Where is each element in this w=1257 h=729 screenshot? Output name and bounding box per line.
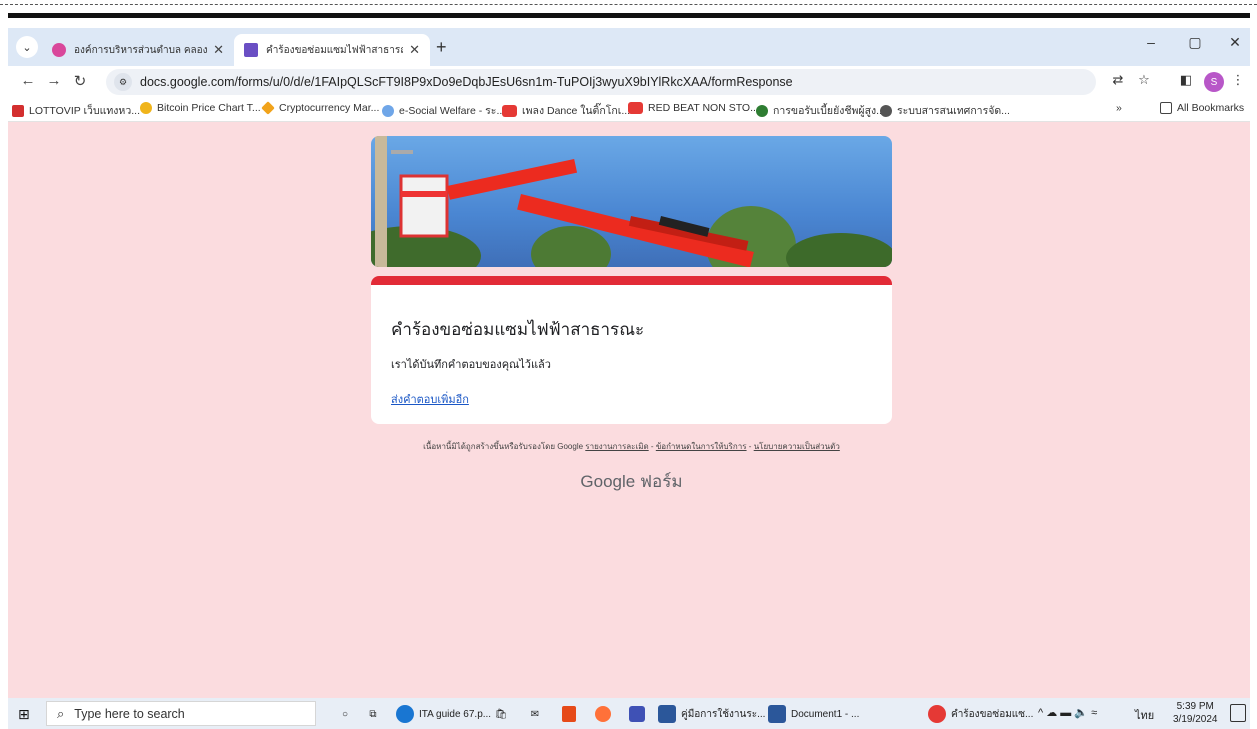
maximize-button[interactable]: ▢	[1180, 34, 1210, 51]
taskbar-app-edge[interactable]: ITA guide 67.p...	[396, 702, 491, 726]
terms-link[interactable]: ข้อกำหนดในการให้บริการ	[656, 442, 747, 451]
bookmark-item[interactable]: การขอรับเบี้ยยังชีพผู้สูง...	[756, 102, 885, 119]
form-accent-bar	[371, 276, 892, 285]
form-disclaimer: เนื้อหานี้มิได้ถูกสร้างขึ้นหรือรับรองโดย…	[371, 440, 892, 453]
plus-icon: +	[436, 37, 447, 57]
address-bar[interactable]: ⚙ docs.google.com/forms/u/0/d/e/1FAIpQLS…	[106, 69, 1096, 95]
word-icon	[658, 705, 676, 723]
firefox-icon[interactable]	[590, 702, 616, 726]
bookmark-favicon-icon	[12, 104, 24, 117]
chrome-icon	[928, 705, 946, 723]
search-placeholder: Type here to search	[74, 706, 185, 721]
folder-icon	[1160, 102, 1172, 114]
disclaimer-text: เนื้อหานี้มิได้ถูกสร้างขึ้นหรือรับรองโดย…	[423, 442, 584, 451]
taskbar-app-word[interactable]: Document1 - ...	[768, 702, 859, 726]
task-view-icon[interactable]: ⧉	[360, 702, 386, 726]
bookmark-star-icon[interactable]: ☆	[1134, 72, 1154, 92]
tab-search-button[interactable]: ⌄	[16, 36, 38, 58]
tab-favicon-icon	[244, 43, 258, 57]
reload-button[interactable]: ↻	[70, 72, 90, 90]
translate-icon[interactable]: ⇄	[1108, 72, 1128, 92]
language-indicator[interactable]: ไทย	[1135, 706, 1154, 724]
back-button[interactable]: ←	[18, 72, 38, 89]
bookmark-favicon-icon	[382, 104, 394, 117]
forward-button[interactable]: →	[44, 72, 64, 89]
browser-toolbar: ← → ↻ ⚙ docs.google.com/forms/u/0/d/e/1F…	[8, 66, 1250, 98]
system-tray[interactable]: ^ ☁ ▬ 🔈 ≈	[1038, 706, 1097, 719]
globe-icon	[880, 104, 892, 117]
form-response-message: เราได้บันทึกคำตอบของคุณไว้แล้ว	[391, 359, 551, 371]
windows-start-icon[interactable]: ⊞	[18, 706, 30, 723]
new-tab-button[interactable]: +	[436, 37, 447, 58]
tab-inactive[interactable]: องค์การบริหารส่วนตำบล คลองครามะ ✕	[42, 34, 234, 66]
top-thick-rule	[8, 13, 1250, 18]
form-confirmation-card: คำร้องขอซ่อมแซมไฟฟ้าสาธารณะ เราได้บันทึก…	[371, 276, 892, 424]
site-info-icon[interactable]: ⚙	[114, 73, 132, 91]
address-url: docs.google.com/forms/u/0/d/e/1FAIpQLScF…	[140, 75, 793, 89]
youtube-icon	[628, 102, 643, 114]
google-forms-logo[interactable]: Google ฟอร์ม	[371, 468, 892, 495]
edge-icon	[396, 705, 414, 723]
office-icon[interactable]	[556, 702, 582, 726]
store-icon[interactable]: 🛍	[488, 702, 514, 726]
word-icon	[768, 705, 786, 723]
clock-date: 3/19/2024	[1173, 714, 1218, 725]
browser-window: ⌄ องค์การบริหารส่วนตำบล คลองครามะ ✕ คำร้…	[8, 28, 1250, 698]
mail-icon[interactable]: ✉	[522, 702, 548, 726]
clock-time: 5:39 PM	[1176, 701, 1214, 712]
taskbar-clock[interactable]: 5:39 PM 3/19/2024	[1173, 700, 1218, 726]
bookmark-item[interactable]: Cryptocurrency Mar...	[261, 101, 379, 115]
reload-icon: ↻	[73, 73, 87, 90]
side-panel-icon[interactable]: ◧	[1176, 72, 1196, 92]
chevron-down-icon: ⌄	[22, 41, 32, 54]
search-icon: ⌕	[57, 705, 65, 721]
bookmark-item[interactable]: ระบบสารสนเทศการจัด...	[880, 102, 1010, 119]
bookmark-item[interactable]: e-Social Welfare - ระ...	[382, 102, 505, 119]
tab-favicon-icon	[52, 43, 66, 57]
submit-another-response-link[interactable]: ส่งคำตอบเพิ่มอีก	[391, 390, 469, 408]
cortana-icon[interactable]: ○	[332, 702, 358, 726]
bookmark-favicon-icon	[140, 102, 152, 114]
bookmark-item[interactable]: RED BEAT NON STO...	[628, 102, 759, 114]
close-window-button[interactable]: ✕	[1220, 34, 1250, 51]
bookmark-item[interactable]: Bitcoin Price Chart T...	[140, 102, 261, 114]
forms-wordmark: ฟอร์ม	[639, 472, 683, 491]
bookmark-item[interactable]: เพลง Dance ในติ๊กโกเ...	[502, 102, 630, 119]
minimize-button[interactable]: –	[1136, 34, 1166, 50]
privacy-link[interactable]: นโยบายความเป็นส่วนตัว	[754, 442, 840, 451]
report-abuse-link[interactable]: รายงานการละเมิด	[585, 442, 648, 451]
tab-label: องค์การบริหารส่วนตำบล คลองครามะ	[74, 44, 208, 56]
profile-avatar[interactable]: S	[1204, 72, 1224, 92]
screenshot-frame: ⌄ องค์การบริหารส่วนตำบล คลองครามะ ✕ คำร้…	[0, 0, 1257, 729]
more-menu-icon[interactable]: ⋮	[1228, 72, 1248, 92]
bookmarks-overflow-button[interactable]: »	[1116, 102, 1122, 114]
youtube-icon	[502, 104, 517, 117]
arrow-left-icon: ←	[20, 72, 36, 89]
bookmarks-bar: LOTTOVIP เว็บแทงหว... Bitcoin Price Char…	[8, 98, 1250, 122]
arrow-right-icon: →	[46, 72, 62, 89]
close-icon[interactable]: ✕	[409, 42, 420, 58]
notification-center-icon[interactable]	[1230, 704, 1246, 722]
bookmark-favicon-icon	[261, 101, 275, 115]
taskbar-search-box[interactable]: ⌕ Type here to search	[46, 701, 316, 726]
taskbar-app-chrome[interactable]: คำร้องขอซ่อมแซ...	[928, 702, 1033, 726]
windows-taskbar: ⊞ ⌕ Type here to search ○ ⧉ ITA guide 67…	[8, 698, 1250, 729]
crane-banner-illustration	[371, 136, 892, 267]
google-wordmark: Google	[580, 472, 636, 491]
bookmark-favicon-icon	[756, 104, 768, 117]
close-icon[interactable]: ✕	[213, 42, 224, 58]
top-dashed-rule	[0, 4, 1257, 5]
tab-strip: ⌄ องค์การบริหารส่วนตำบล คลองครามะ ✕ คำร้…	[8, 28, 1250, 66]
form-header-image	[371, 136, 892, 267]
tab-active[interactable]: คำร้องขอซ่อมแซมไฟฟ้าสาธารณะ ✕	[234, 34, 430, 66]
app-icon[interactable]	[624, 702, 650, 726]
bookmark-item[interactable]: LOTTOVIP เว็บแทงหว...	[12, 102, 140, 119]
form-title: คำร้องขอซ่อมแซมไฟฟ้าสาธารณะ	[391, 320, 645, 339]
taskbar-app-word[interactable]: คู่มือการใช้งานระ...	[658, 702, 765, 726]
tab-label: คำร้องขอซ่อมแซมไฟฟ้าสาธารณะ	[266, 44, 404, 56]
all-bookmarks-button[interactable]: All Bookmarks	[1160, 102, 1244, 114]
